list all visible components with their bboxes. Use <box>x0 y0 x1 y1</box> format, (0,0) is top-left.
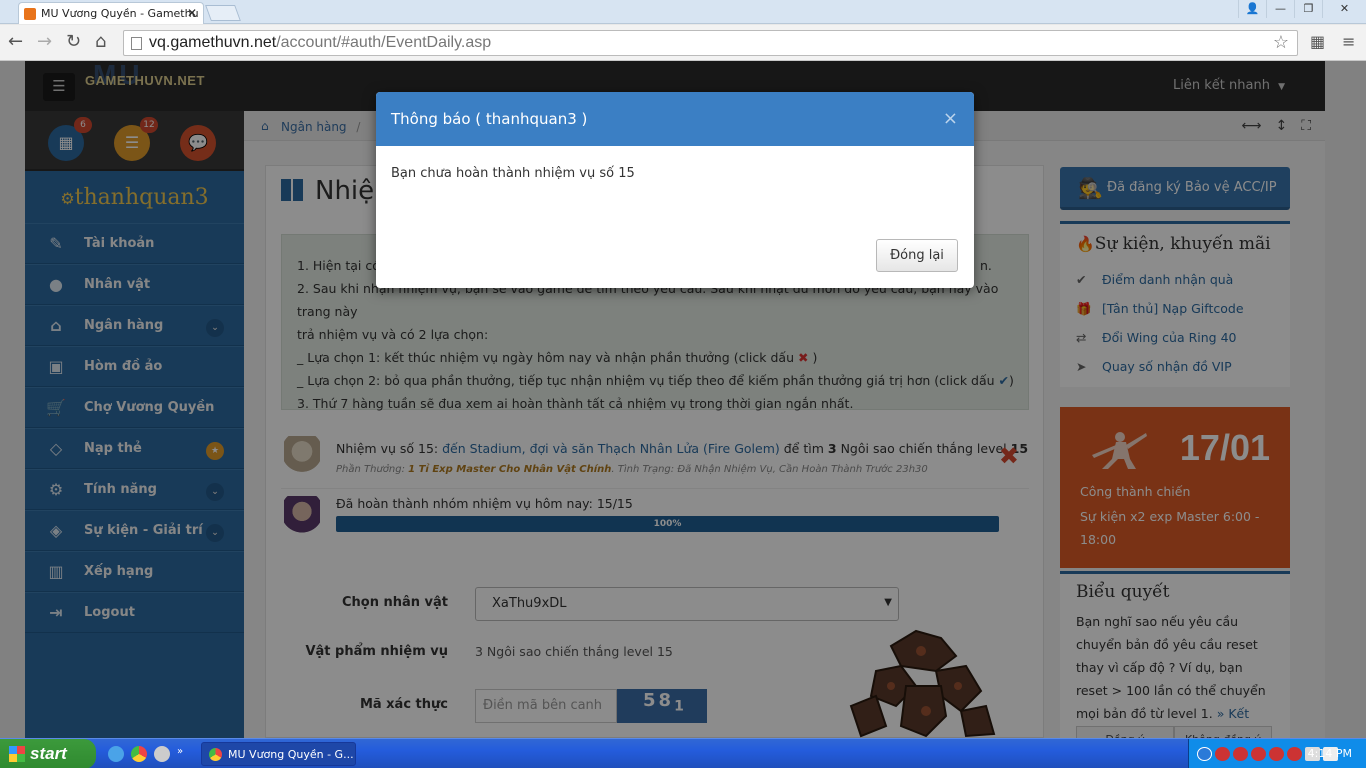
profile-icon[interactable]: 👤 <box>1238 0 1266 18</box>
url-path: /account/#auth/EventDaily.asp <box>276 34 492 51</box>
modal-message: Bạn chưa hoàn thành nhiệm vụ số 15 <box>391 166 635 181</box>
tray-app-icon[interactable] <box>1233 747 1248 761</box>
address-bar[interactable]: vq.gamethuvn.net/account/#auth/EventDail… <box>123 30 1298 56</box>
back-icon[interactable]: ← <box>8 31 23 52</box>
qr-icon[interactable]: ▦ <box>1310 32 1325 51</box>
browser-toolbar: ← → ↻ ⌂ vq.gamethuvn.net/account/#auth/E… <box>0 25 1366 61</box>
url-host: vq.gamethuvn.net <box>149 34 277 51</box>
menu-icon[interactable]: ≡ <box>1342 32 1355 51</box>
system-tray: 4:14 PM <box>1188 739 1366 768</box>
quick-launch: » <box>108 746 187 762</box>
tray-app-icon[interactable] <box>1269 747 1284 761</box>
tab-title: MU Vương Quyền - Gamethu <box>41 7 199 20</box>
browser-titlebar: MU Vương Quyền - Gamethu ✕ 👤 — ❐ ✕ <box>0 0 1366 24</box>
forward-icon[interactable]: → <box>37 31 52 52</box>
tray-app-icon[interactable] <box>1215 747 1230 761</box>
taskbar-chrome-task[interactable]: MU Vương Quyền - G... <box>201 742 356 766</box>
browser-tab[interactable]: MU Vương Quyền - Gamethu ✕ <box>18 2 204 24</box>
chrome-task-icon <box>209 748 222 761</box>
minimize-button[interactable]: — <box>1266 0 1294 18</box>
favicon-icon <box>24 8 36 20</box>
quick-launch-chevron[interactable]: » <box>177 746 187 762</box>
modal-close-icon[interactable]: × <box>943 108 958 129</box>
modal-footer: Đóng lại <box>876 239 958 272</box>
start-button[interactable]: start <box>0 739 96 768</box>
ie-icon[interactable] <box>108 746 124 762</box>
page-icon <box>131 37 142 50</box>
taskbar-task-label: MU Vương Quyền - G... <box>228 748 354 761</box>
modal-title: Thông báo ( thanhquan3 ) <box>391 110 588 128</box>
windows-taskbar: start » MU Vương Quyền - G... 4:14 PM <box>0 738 1366 768</box>
tab-close-icon[interactable]: ✕ <box>187 6 197 20</box>
notification-modal: Thông báo ( thanhquan3 ) × Bạn chưa hoàn… <box>376 92 974 288</box>
tray-app-icon[interactable] <box>1287 747 1302 761</box>
window-controls: 👤 — ❐ ✕ <box>1238 0 1366 18</box>
new-tab-button[interactable] <box>205 5 241 21</box>
tray-arrow-icon[interactable] <box>1197 747 1212 761</box>
tray-app-icon[interactable] <box>1251 747 1266 761</box>
close-window-button[interactable]: ✕ <box>1322 0 1366 18</box>
explorer-icon[interactable] <box>154 746 170 762</box>
start-label: start <box>30 744 67 763</box>
modal-header: Thông báo ( thanhquan3 ) × <box>376 92 974 146</box>
close-modal-button[interactable]: Đóng lại <box>876 239 958 272</box>
windows-logo-icon <box>9 746 25 762</box>
clock: 4:14 PM <box>1307 747 1352 760</box>
maximize-button[interactable]: ❐ <box>1294 0 1322 18</box>
chrome-icon[interactable] <box>131 746 147 762</box>
reload-icon[interactable]: ↻ <box>66 31 81 52</box>
home-icon[interactable]: ⌂ <box>95 31 106 52</box>
bookmark-star-icon[interactable]: ☆ <box>1273 32 1289 53</box>
